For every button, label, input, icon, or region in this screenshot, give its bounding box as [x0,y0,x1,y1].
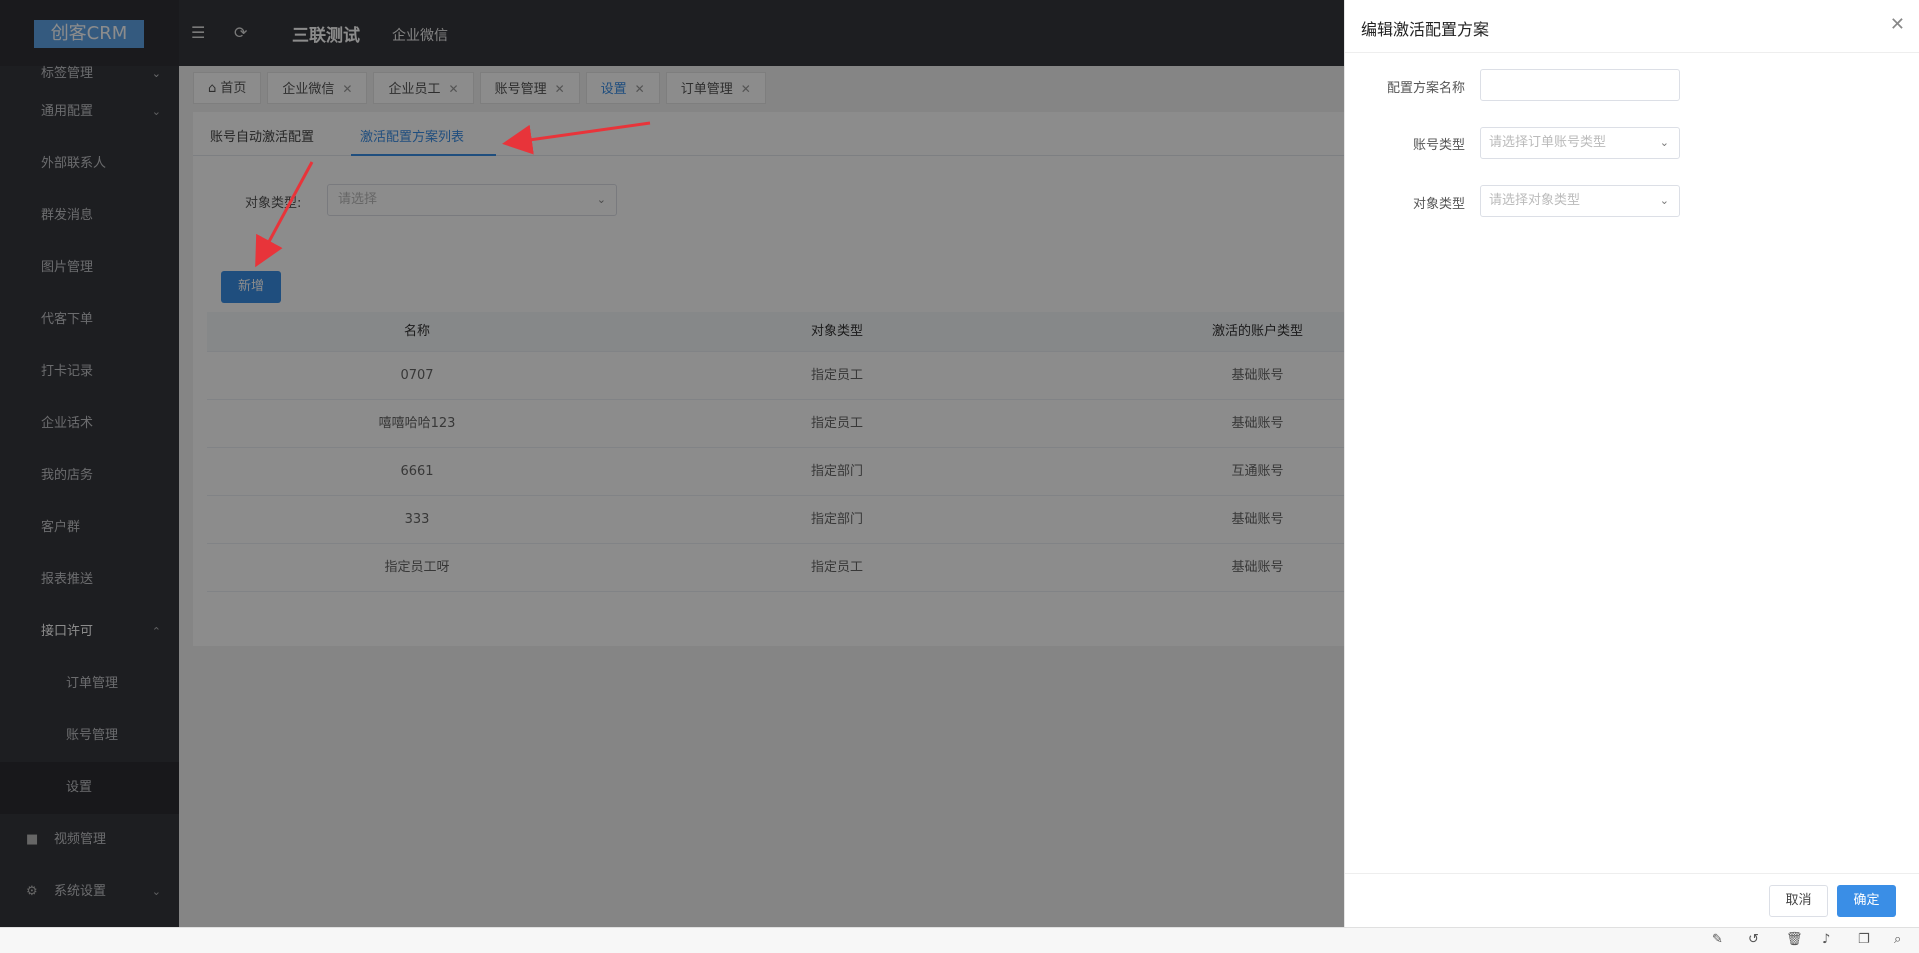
history-icon[interactable]: ↺ [1748,932,1759,947]
confirm-button[interactable]: 确定 [1837,885,1896,917]
account-type-label: 账号类型 [1412,138,1465,153]
select-placeholder: 请选择对象类型 [1489,193,1581,208]
search-icon[interactable]: ⌕ [1894,932,1901,947]
object-type-drawer-select[interactable]: 请选择对象类型 ⌄ [1480,185,1680,217]
plan-name-label: 配置方案名称 [1386,81,1465,96]
edit-plan-drawer: 编辑激活配置方案 ✕ 配置方案名称 账号类型 请选择订单账号类型 ⌄ 对象类型 … [1344,0,1919,927]
drawer-title: 编辑激活配置方案 [1361,20,1490,39]
object-type-label: 对象类型 [1412,197,1465,212]
trash-icon[interactable]: 🗑 [1786,932,1803,947]
divider [1345,873,1919,874]
close-icon[interactable]: ✕ [1890,14,1905,35]
speaker-icon[interactable]: ♪ [1822,932,1830,947]
bottom-toolbar: ✎ ↺ 🗑 ♪ ❐ ⌕ [0,927,1919,953]
pin-icon[interactable]: ✎ [1712,932,1723,947]
account-type-select[interactable]: 请选择订单账号类型 ⌄ [1480,127,1680,159]
chevron-down-icon: ⌄ [1659,194,1669,207]
chevron-down-icon: ⌄ [1659,136,1669,149]
cancel-button[interactable]: 取消 [1769,885,1828,917]
divider [1345,52,1919,53]
modal-overlay[interactable] [0,0,1344,927]
select-placeholder: 请选择订单账号类型 [1489,135,1607,150]
window-icon[interactable]: ❐ [1858,932,1870,947]
plan-name-input[interactable] [1480,69,1680,101]
